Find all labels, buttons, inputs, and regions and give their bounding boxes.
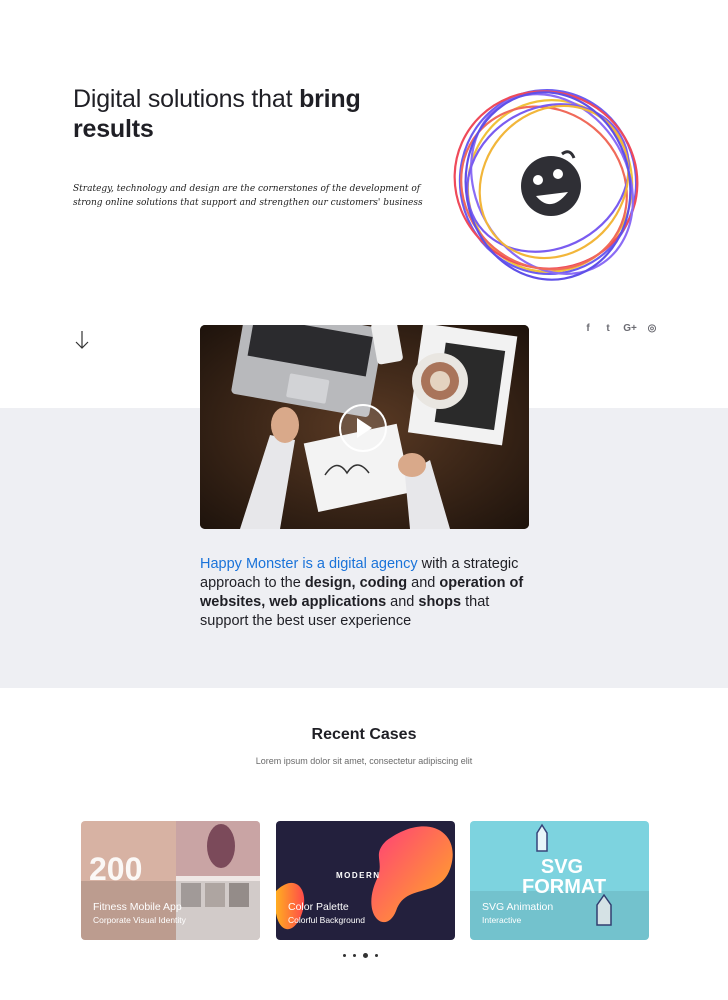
agency-text-part: and [407, 575, 440, 591]
case-card-title: SVG Animation [482, 901, 554, 913]
hero-subtitle: Strategy, technology and design are the … [73, 184, 423, 208]
twitter-icon[interactable]: t [602, 323, 614, 335]
recent-cases-title: Recent Cases [311, 726, 417, 743]
case-card-svg-art-text: SVG FORMAT [522, 856, 607, 898]
pagination-dot-active[interactable] [363, 953, 368, 958]
agency-text-bold: shops [418, 594, 462, 610]
case-card-subtitle: Interactive [482, 915, 522, 925]
intro-video[interactable] [200, 325, 529, 529]
facebook-icon[interactable]: f [582, 323, 594, 335]
case-card-svg-animation[interactable]: SVG FORMAT SVG Animation Interactive [470, 821, 649, 940]
scroll-down-arrow-icon[interactable] [74, 330, 90, 350]
case-card-label: Color Palette Colorful Background [288, 900, 365, 926]
case-card-fitness[interactable]: 200 Fitness Mobile App Corporate Visual … [81, 821, 260, 940]
play-button [339, 404, 387, 452]
pagination-dot[interactable] [353, 954, 356, 957]
social-links: f t G+ ◎ [582, 323, 658, 335]
case-card-color-palette[interactable]: MODERN Color Palette Colorful Background [276, 821, 455, 940]
agency-description: Happy Monster is a digital agency with a… [200, 555, 530, 631]
case-card-title: Color Palette [288, 901, 349, 913]
recent-cases-subtitle: Lorem ipsum dolor sit amet, consectetur … [255, 756, 473, 766]
case-card-label: SVG Animation Interactive [482, 900, 553, 926]
dribbble-icon[interactable]: ◎ [646, 323, 658, 335]
case-card-subtitle: Corporate Visual Identity [93, 915, 186, 925]
hero-title-regular: Digital solutions that [73, 85, 300, 113]
case-card-color-art-text: MODERN [336, 871, 381, 880]
case-card-fitness-number: 200 [89, 851, 143, 887]
case-card-subtitle: Colorful Background [288, 915, 366, 925]
hero-title: Digital solutions that bring results [73, 84, 413, 144]
case-card-label: Fitness Mobile App Corporate Visual Iden… [93, 900, 186, 926]
monster-face-icon [521, 150, 581, 216]
cases-pagination [343, 953, 378, 958]
google-plus-icon[interactable]: G+ [622, 323, 638, 335]
agency-highlight-link[interactable]: Happy Monster is a digital agency [200, 556, 418, 572]
hero-logo-scribble [448, 74, 648, 290]
case-card-title: Fitness Mobile App [93, 901, 182, 913]
pagination-dot[interactable] [343, 954, 346, 957]
agency-text-part: and [386, 594, 419, 610]
pagination-dot[interactable] [375, 954, 378, 957]
agency-text-bold: design, coding [304, 575, 408, 591]
